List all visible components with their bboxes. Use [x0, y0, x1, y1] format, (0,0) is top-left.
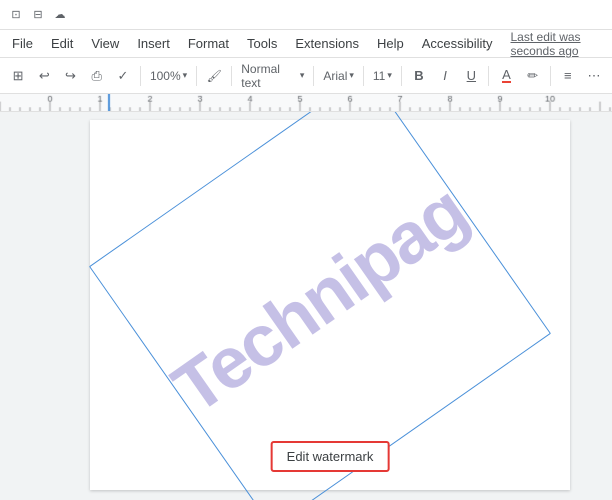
undo-button[interactable]: ↩: [32, 63, 56, 89]
zoom-chevron: ▾: [183, 70, 188, 81]
document-area: Technipag Edit watermark: [0, 112, 612, 500]
separator-1: [140, 66, 141, 86]
watermark-container[interactable]: Technipag: [150, 140, 490, 460]
spellcheck-button[interactable]: ✓: [111, 63, 135, 89]
text-color-button[interactable]: A: [494, 63, 518, 89]
menu-insert[interactable]: Insert: [129, 32, 178, 55]
menu-help[interactable]: Help: [369, 32, 412, 55]
fontsize-dropdown[interactable]: 11 ▾: [369, 63, 396, 89]
fontsize-chevron: ▾: [387, 70, 392, 81]
print-button[interactable]: ⎙: [85, 63, 109, 89]
window-controls: ⊡ ⊟ ☁: [8, 7, 68, 23]
menu-edit[interactable]: Edit: [43, 32, 81, 55]
menu-format[interactable]: Format: [180, 32, 237, 55]
style-label: Normal text: [241, 62, 298, 90]
menu-tools[interactable]: Tools: [239, 32, 285, 55]
underline-button[interactable]: U: [459, 63, 483, 89]
redo-button[interactable]: ↪: [58, 63, 82, 89]
font-dropdown[interactable]: Arial ▾: [319, 63, 358, 89]
separator-6: [401, 66, 402, 86]
zoom-dropdown[interactable]: 100% ▾: [146, 63, 191, 89]
last-edit-indicator[interactable]: Last edit was seconds ago: [511, 30, 609, 58]
bold-button[interactable]: B: [407, 63, 431, 89]
ruler-canvas: [0, 94, 612, 111]
zoom-label: 100%: [150, 69, 181, 83]
menu-extensions[interactable]: Extensions: [287, 32, 367, 55]
italic-button[interactable]: I: [433, 63, 457, 89]
menu-accessibility[interactable]: Accessibility: [414, 32, 501, 55]
separator-4: [313, 66, 314, 86]
left-sidebar: [0, 112, 60, 500]
document-page: Technipag Edit watermark: [90, 120, 570, 490]
separator-5: [363, 66, 364, 86]
more-button[interactable]: ⋯: [582, 63, 606, 89]
right-sidebar: [600, 112, 612, 500]
window-icon-2: ⊟: [30, 7, 46, 23]
title-bar: ⊡ ⊟ ☁: [0, 0, 612, 30]
edit-watermark-button[interactable]: Edit watermark: [271, 441, 390, 472]
font-label: Arial: [323, 69, 347, 83]
select-tool-button[interactable]: ⊞: [6, 63, 30, 89]
style-dropdown[interactable]: Normal text ▾: [237, 63, 308, 89]
window-icon-3: ☁: [52, 7, 68, 23]
menu-bar: File Edit View Insert Format Tools Exten…: [0, 30, 612, 58]
highlight-button[interactable]: ✏: [521, 63, 545, 89]
menu-file[interactable]: File: [4, 32, 41, 55]
separator-8: [550, 66, 551, 86]
paint-format-button[interactable]: 🖌: [202, 63, 226, 89]
style-chevron: ▾: [300, 70, 305, 81]
window-icon-1: ⊡: [8, 7, 24, 23]
fontsize-label: 11: [373, 69, 385, 83]
toolbar: ⊞ ↩ ↪ ⎙ ✓ 100% ▾ 🖌 Normal text ▾ Arial ▾…: [0, 58, 612, 94]
font-chevron: ▾: [349, 70, 354, 81]
page-wrapper: Technipag Edit watermark: [60, 112, 600, 500]
ruler: [0, 94, 612, 112]
separator-3: [231, 66, 232, 86]
align-button[interactable]: ≡: [556, 63, 580, 89]
separator-2: [196, 66, 197, 86]
separator-7: [488, 66, 489, 86]
menu-view[interactable]: View: [83, 32, 127, 55]
